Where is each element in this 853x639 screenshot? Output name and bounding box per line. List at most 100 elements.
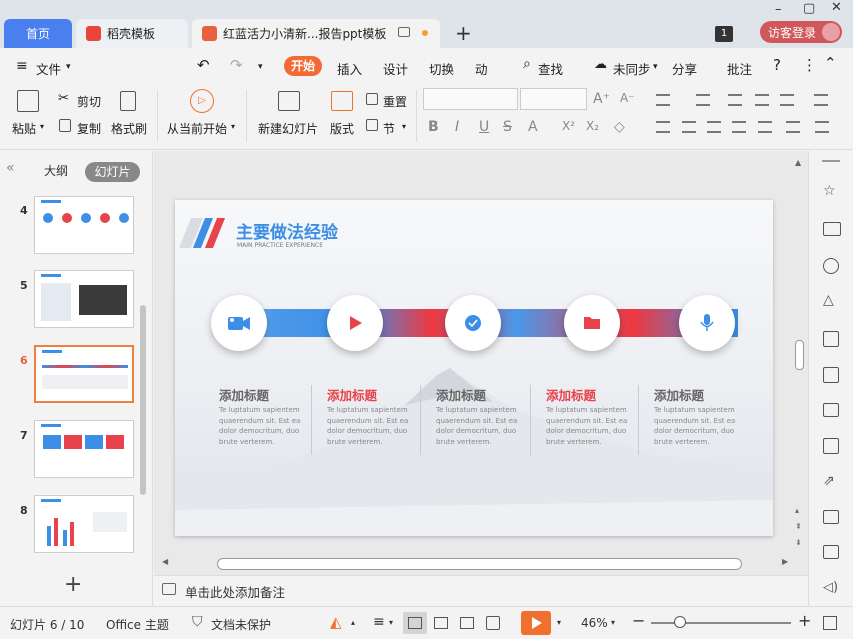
paste-icon[interactable] bbox=[17, 90, 39, 112]
strikethrough-icon[interactable]: S bbox=[503, 119, 512, 135]
step-circle-5[interactable] bbox=[679, 295, 735, 351]
panel-scrollbar[interactable] bbox=[140, 305, 146, 495]
slide-thumbnail[interactable] bbox=[34, 270, 134, 328]
column-title-1[interactable]: 添加标题 bbox=[219, 385, 269, 404]
format-brush-button[interactable]: 格式刷 bbox=[111, 120, 147, 137]
underline-icon[interactable]: U bbox=[479, 119, 489, 135]
menu-animation[interactable]: 动 bbox=[475, 59, 488, 78]
section-icon[interactable] bbox=[366, 119, 378, 131]
scroll-right-icon[interactable]: ▶ bbox=[782, 557, 788, 566]
column-text-4[interactable]: Te luptatum sapientem quaerendum sit. Es… bbox=[546, 405, 636, 447]
undo-icon[interactable]: ↶ bbox=[197, 56, 210, 74]
tab-document[interactable]: 红蓝活力小清新...报告ppt模板 bbox=[192, 19, 440, 48]
menu-annotate[interactable]: 批注 bbox=[727, 59, 752, 78]
new-slide-button[interactable]: 新建幻灯片 bbox=[258, 120, 318, 137]
grid-icon[interactable] bbox=[823, 331, 839, 347]
next-slide-icon[interactable]: ⇟ bbox=[795, 538, 802, 547]
align-right-icon[interactable] bbox=[707, 121, 721, 133]
shape-icon[interactable] bbox=[823, 258, 839, 274]
search-icon[interactable]: ⌕ bbox=[523, 56, 531, 72]
column-text-1[interactable]: Te luptatum sapientem quaerendum sit. Es… bbox=[219, 405, 309, 447]
distribute-icon[interactable] bbox=[758, 121, 772, 133]
slide-thumbnail-selected[interactable] bbox=[34, 345, 134, 403]
tab-outline[interactable]: 大纲 bbox=[44, 162, 68, 179]
menu-sync[interactable]: 未同步 bbox=[613, 59, 651, 78]
step-circle-4[interactable] bbox=[564, 295, 620, 351]
step-circle-2[interactable] bbox=[327, 295, 383, 351]
align-center-icon[interactable] bbox=[682, 121, 696, 133]
menu-share[interactable]: 分享 bbox=[672, 59, 697, 78]
object-icon[interactable] bbox=[823, 222, 841, 236]
play-slideshow-button[interactable] bbox=[521, 611, 551, 635]
menu-switch[interactable]: 切换 bbox=[429, 59, 454, 78]
zoom-level[interactable]: 46% bbox=[581, 616, 608, 630]
column-title-5[interactable]: 添加标题 bbox=[654, 385, 704, 404]
column-title-3[interactable]: 添加标题 bbox=[436, 385, 486, 404]
zoom-slider-track[interactable] bbox=[651, 622, 791, 624]
scissors-icon[interactable]: ✂ bbox=[58, 91, 69, 106]
column-title-4[interactable]: 添加标题 bbox=[546, 385, 596, 404]
reset-button[interactable]: 重置 bbox=[383, 93, 407, 110]
play-from-current-icon[interactable]: ▷ bbox=[190, 89, 214, 113]
slide-title[interactable]: 主要做法经验 bbox=[236, 218, 338, 243]
brand-m-icon[interactable]: ◭ bbox=[330, 613, 342, 631]
line-spacing-icon[interactable] bbox=[780, 94, 794, 106]
normal-view-button[interactable] bbox=[403, 612, 427, 634]
numbered-list-icon[interactable] bbox=[696, 94, 710, 106]
format-brush-icon[interactable] bbox=[120, 91, 136, 111]
chevron-down-icon[interactable]: ▾ bbox=[66, 62, 71, 72]
menu-search[interactable]: 查找 bbox=[538, 59, 563, 78]
tab-slides[interactable]: 幻灯片 bbox=[85, 162, 140, 182]
text-direction-icon[interactable] bbox=[786, 121, 800, 133]
align-left-icon[interactable] bbox=[656, 121, 670, 133]
column-text-3[interactable]: Te luptatum sapientem quaerendum sit. Es… bbox=[436, 405, 526, 447]
archive-icon[interactable] bbox=[823, 510, 839, 524]
font-family-select[interactable] bbox=[423, 88, 518, 110]
slide-sorter-icon[interactable] bbox=[434, 617, 448, 629]
subscript-icon[interactable]: X₂ bbox=[586, 119, 599, 133]
quick-access-more-icon[interactable]: ▾ bbox=[258, 62, 263, 72]
fit-window-icon[interactable] bbox=[823, 616, 837, 630]
scroll-up-small-icon[interactable]: ▴ bbox=[795, 506, 799, 515]
help-icon[interactable]: ? bbox=[773, 56, 781, 74]
zoom-chevron-icon[interactable]: ▾ bbox=[611, 618, 615, 627]
horizontal-scrollbar[interactable]: ◀ ▶ bbox=[162, 557, 792, 571]
slide-subtitle[interactable]: MAIN PRACTICE EXPERIENCE bbox=[237, 242, 323, 249]
fill-icon[interactable]: △ bbox=[823, 292, 834, 308]
cloud-sync-icon[interactable]: ☁ bbox=[594, 57, 607, 72]
from-current-button[interactable]: 从当前开始 bbox=[167, 120, 227, 137]
align-text-icon[interactable] bbox=[815, 121, 829, 133]
sync-chevron-icon[interactable]: ▾ bbox=[653, 62, 658, 72]
layout-icon[interactable] bbox=[331, 91, 353, 111]
column-title-2[interactable]: 添加标题 bbox=[327, 385, 377, 404]
more-options-icon[interactable]: ⋮ bbox=[802, 56, 817, 74]
vertical-scroll-thumb[interactable] bbox=[795, 340, 804, 370]
gallery-icon[interactable] bbox=[823, 438, 839, 454]
decrease-font-icon[interactable]: A⁻ bbox=[620, 91, 635, 105]
paste-chevron-icon[interactable]: ▾ bbox=[40, 122, 44, 131]
bold-icon[interactable]: B bbox=[428, 119, 439, 135]
new-tab-plus-icon[interactable]: + bbox=[455, 21, 472, 45]
reset-icon[interactable] bbox=[366, 93, 378, 105]
zoom-slider-thumb[interactable] bbox=[674, 616, 686, 628]
column-text-5[interactable]: Te luptatum sapientem quaerendum sit. Es… bbox=[654, 405, 744, 447]
scroll-up-icon[interactable]: ▲ bbox=[795, 158, 801, 167]
protection-status[interactable]: 文档未保护 bbox=[211, 616, 271, 633]
zoom-in-icon[interactable]: + bbox=[798, 611, 811, 630]
menu-file[interactable]: 文件 bbox=[36, 59, 61, 78]
notes-view-icon[interactable]: ≡ bbox=[373, 614, 385, 630]
brand-chevron-icon[interactable]: ▴ bbox=[351, 618, 355, 627]
tab-daoke-templates[interactable]: 稻壳模板 bbox=[76, 19, 188, 48]
section-button[interactable]: 节 bbox=[383, 120, 395, 137]
cloud-status-icon[interactable] bbox=[398, 27, 410, 37]
reading-view-icon[interactable] bbox=[460, 617, 474, 629]
paste-button[interactable]: 粘贴 bbox=[12, 120, 36, 137]
new-slide-icon[interactable] bbox=[278, 91, 300, 111]
speaker-icon[interactable]: ◁) bbox=[823, 580, 838, 595]
justify-icon[interactable] bbox=[732, 121, 746, 133]
increase-indent-icon[interactable] bbox=[755, 94, 769, 106]
redo-icon[interactable]: ↷ bbox=[230, 56, 243, 74]
tab-home[interactable]: 首页 bbox=[4, 19, 72, 48]
italic-icon[interactable]: I bbox=[455, 119, 459, 135]
menu-start[interactable]: 开始 bbox=[284, 56, 322, 76]
